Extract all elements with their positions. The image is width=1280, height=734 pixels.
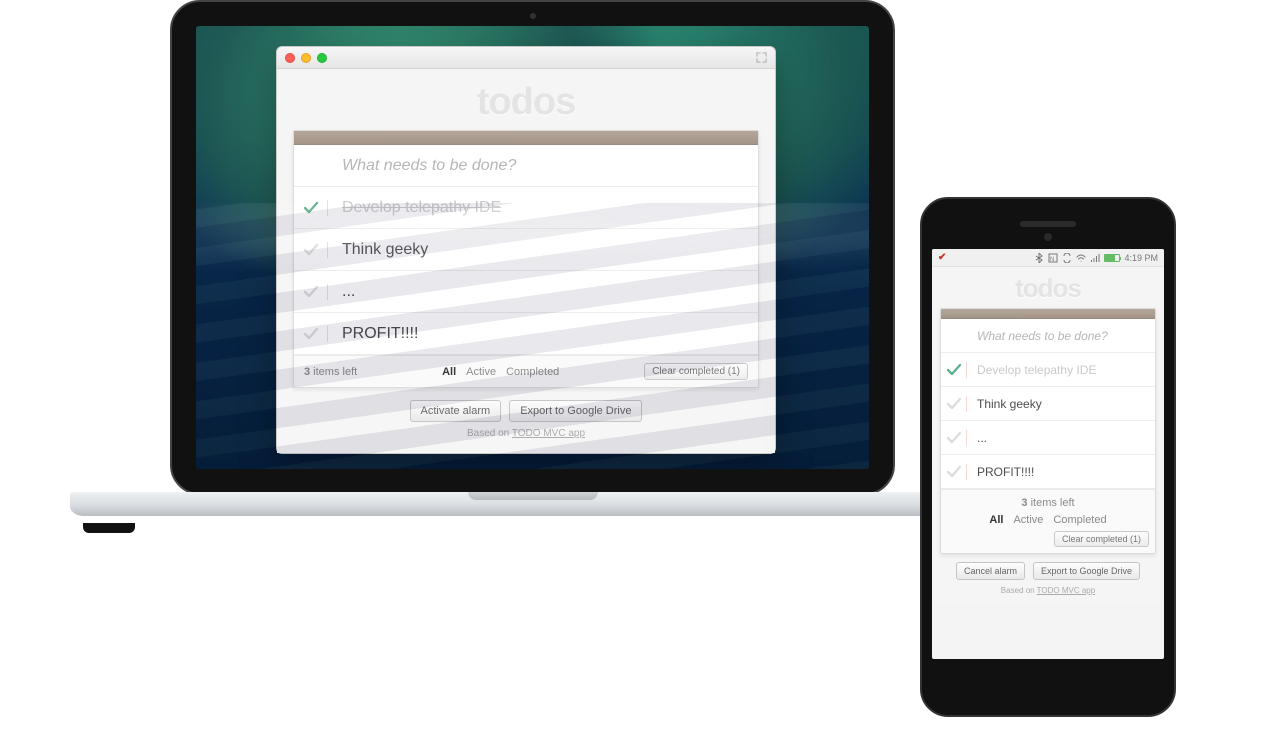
- phone-speaker: [1020, 221, 1076, 227]
- credit-prefix: Based on: [467, 428, 512, 439]
- filter-all[interactable]: All: [989, 512, 1003, 529]
- check-icon[interactable]: [946, 464, 962, 480]
- app-title: todos: [293, 81, 759, 124]
- filter-group: All Active Completed: [442, 366, 559, 378]
- sync-icon: [1062, 253, 1072, 263]
- wifi-icon: [1076, 253, 1086, 263]
- check-icon[interactable]: [946, 362, 962, 378]
- check-icon[interactable]: [303, 326, 319, 342]
- clear-completed-button[interactable]: Clear completed (1): [644, 363, 748, 380]
- mac-app-window: todos What needs to be done? Develop tel…: [276, 46, 776, 454]
- check-icon[interactable]: [303, 200, 319, 216]
- battery-icon: [1104, 254, 1120, 262]
- phone-screen: ✔ N 4:19 PM todos What needs to be done?: [932, 249, 1164, 659]
- filter-group: All Active Completed: [947, 512, 1149, 529]
- laptop-base: [70, 492, 995, 516]
- mac-titlebar: [277, 47, 775, 69]
- new-todo-row[interactable]: What needs to be done?: [294, 145, 758, 187]
- status-bar: ✔ N 4:19 PM: [932, 249, 1164, 267]
- minimize-icon[interactable]: [301, 53, 311, 63]
- todo-row[interactable]: PROFIT!!!!: [294, 313, 758, 355]
- todo-row[interactable]: ...: [294, 271, 758, 313]
- app-title: todos: [940, 273, 1156, 304]
- items-left: 3 items left: [304, 366, 357, 378]
- todo-row[interactable]: ...: [941, 421, 1155, 455]
- new-todo-row[interactable]: What needs to be done?: [941, 319, 1155, 353]
- credit-link[interactable]: TODO MVC app: [512, 428, 585, 439]
- fullscreen-icon[interactable]: [756, 52, 767, 63]
- app-body: todos What needs to be done? Develop tel…: [277, 69, 775, 453]
- credit-link[interactable]: TODO MVC app: [1037, 586, 1096, 595]
- todo-text[interactable]: PROFIT!!!!: [967, 457, 1044, 487]
- app-body: todos What needs to be done? Develop tel…: [932, 267, 1164, 603]
- check-icon[interactable]: [303, 242, 319, 258]
- laptop-camera: [530, 13, 536, 19]
- window-controls: [285, 53, 327, 63]
- todo-row[interactable]: PROFIT!!!!: [941, 455, 1155, 489]
- export-drive-button[interactable]: Export to Google Drive: [509, 400, 642, 422]
- card-footer: 3 items left All Active Completed Clear …: [294, 355, 758, 387]
- todo-row[interactable]: Develop telepathy IDE: [294, 187, 758, 229]
- credit-prefix: Based on: [1001, 586, 1037, 595]
- nfc-icon: N: [1048, 253, 1058, 263]
- action-bar: Activate alarm Export to Google Drive: [293, 400, 759, 422]
- carrier-icon: ✔: [938, 252, 946, 263]
- status-time: 4:19 PM: [1124, 253, 1158, 263]
- activate-alarm-button[interactable]: Activate alarm: [410, 400, 502, 422]
- filter-completed[interactable]: Completed: [1053, 512, 1106, 529]
- filter-completed[interactable]: Completed: [506, 366, 559, 378]
- card-footer: 3 items left All Active Completed Clear …: [941, 489, 1155, 553]
- clear-completed-button[interactable]: Clear completed (1): [1054, 531, 1149, 547]
- filter-active[interactable]: Active: [466, 366, 496, 378]
- credit-text: Based on TODO MVC app: [940, 586, 1156, 595]
- check-icon[interactable]: [946, 430, 962, 446]
- items-left: 3 items left: [947, 495, 1149, 512]
- svg-text:N: N: [1050, 257, 1054, 263]
- check-icon[interactable]: [946, 396, 962, 412]
- todo-text[interactable]: Develop telepathy IDE: [328, 189, 515, 227]
- todo-text[interactable]: Think geeky: [967, 389, 1052, 419]
- todo-text[interactable]: Develop telepathy IDE: [967, 355, 1106, 385]
- laptop-feet: [75, 519, 990, 533]
- check-icon[interactable]: [303, 284, 319, 300]
- status-icons: N 4:19 PM: [1034, 253, 1158, 263]
- todo-text[interactable]: PROFIT!!!!: [328, 315, 432, 353]
- todo-text[interactable]: Think geeky: [328, 231, 442, 269]
- todo-row[interactable]: Think geeky: [294, 229, 758, 271]
- close-icon[interactable]: [285, 53, 295, 63]
- phone-frame: ✔ N 4:19 PM todos What needs to be done?: [920, 197, 1176, 717]
- bluetooth-icon: [1034, 253, 1044, 263]
- items-left-label: items left: [1028, 497, 1075, 509]
- phone-camera: [1044, 233, 1052, 241]
- cancel-alarm-button[interactable]: Cancel alarm: [956, 562, 1025, 580]
- todo-text[interactable]: ...: [328, 273, 369, 311]
- signal-icon: [1090, 253, 1100, 263]
- card-header-strip: [294, 131, 758, 145]
- items-left-label: items left: [310, 366, 357, 378]
- filter-active[interactable]: Active: [1013, 512, 1043, 529]
- todo-text[interactable]: ...: [967, 423, 997, 453]
- export-drive-button[interactable]: Export to Google Drive: [1033, 562, 1140, 580]
- laptop-screen: todos What needs to be done? Develop tel…: [196, 26, 869, 469]
- laptop-frame: todos What needs to be done? Develop tel…: [170, 0, 895, 495]
- credit-text: Based on TODO MVC app: [293, 428, 759, 439]
- todo-row[interactable]: Develop telepathy IDE: [941, 353, 1155, 387]
- todo-row[interactable]: Think geeky: [941, 387, 1155, 421]
- todo-card: What needs to be done? Develop telepathy…: [293, 130, 759, 388]
- todo-card: What needs to be done? Develop telepathy…: [940, 308, 1156, 554]
- new-todo-input[interactable]: What needs to be done?: [967, 321, 1118, 351]
- card-header-strip: [941, 309, 1155, 319]
- new-todo-input[interactable]: What needs to be done?: [328, 147, 530, 185]
- filter-all[interactable]: All: [442, 366, 456, 378]
- zoom-icon[interactable]: [317, 53, 327, 63]
- action-bar: Cancel alarm Export to Google Drive: [940, 562, 1156, 580]
